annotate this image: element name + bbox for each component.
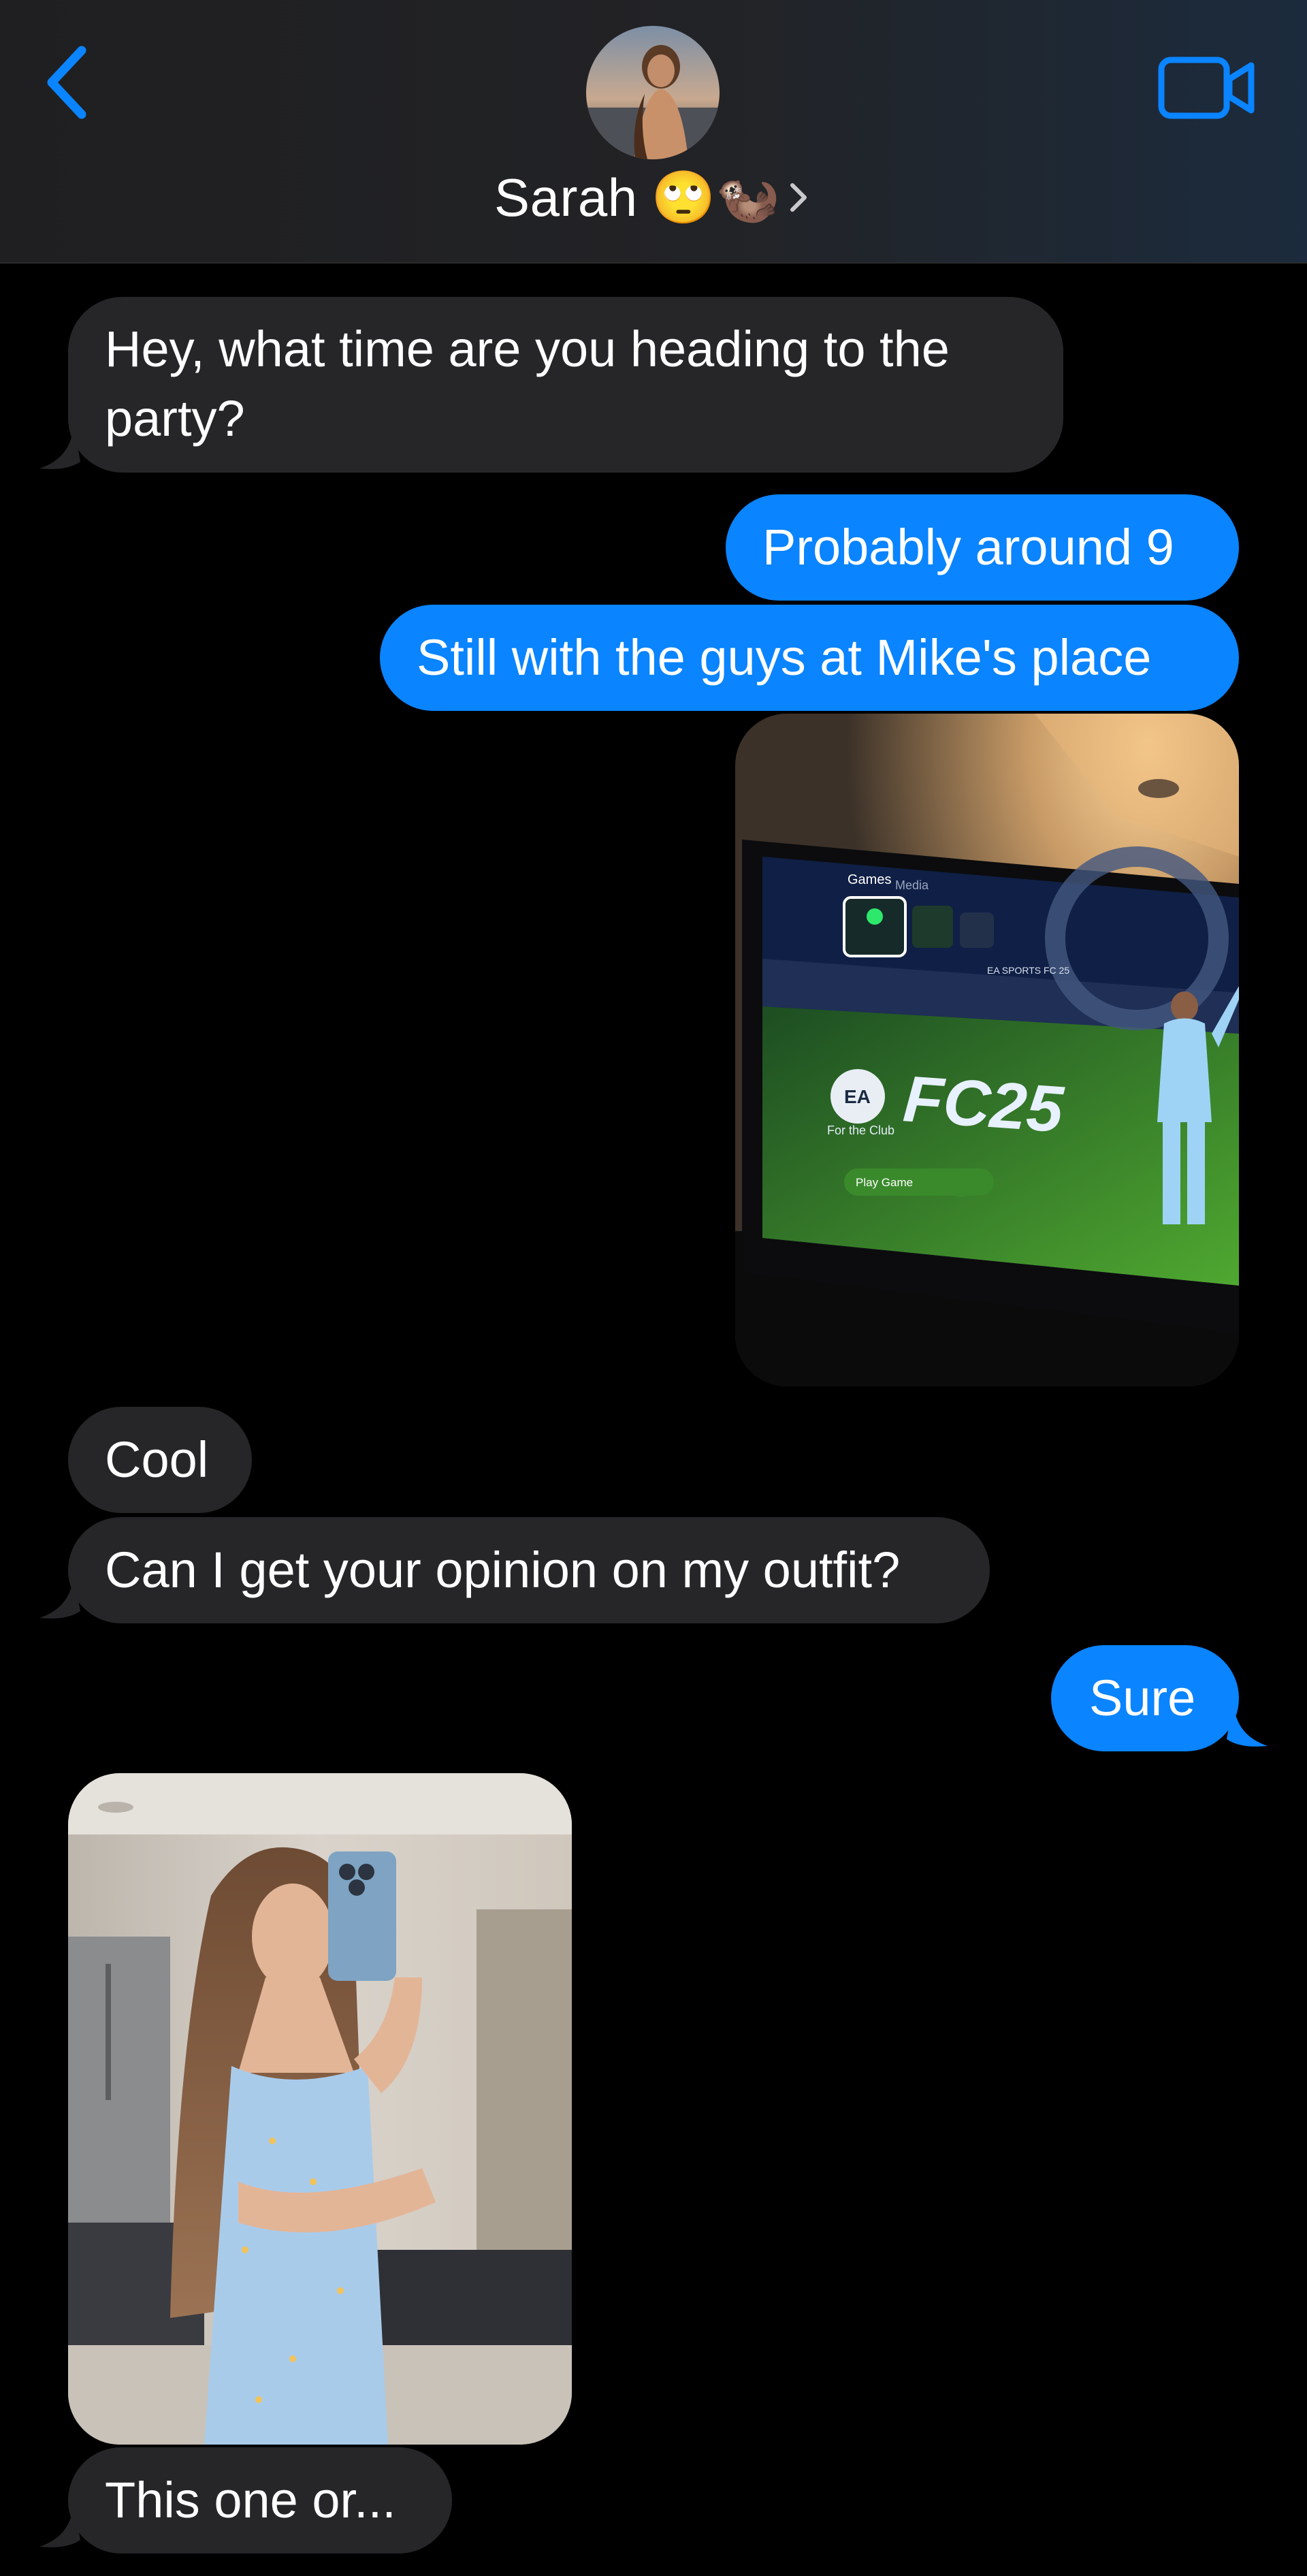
contact-name-row[interactable]: Sarah 🙄🦦 xyxy=(0,163,1307,232)
message-text: Sure xyxy=(1089,1670,1196,1726)
message-text: Cool xyxy=(105,1431,209,1488)
contact-avatar[interactable] xyxy=(586,26,720,159)
conversation-header: Sarah 🙄🦦 xyxy=(0,0,1307,264)
outgoing-message[interactable]: Probably around 9 xyxy=(726,494,1239,601)
tv-play-button: Play Game xyxy=(856,1176,913,1189)
tv-game-label: EA SPORTS FC 25 xyxy=(987,965,1069,976)
chevron-right-icon[interactable] xyxy=(786,177,813,218)
back-chevron-icon[interactable] xyxy=(42,45,97,120)
video-call-icon[interactable] xyxy=(1157,56,1257,120)
message-text: Probably around 9 xyxy=(762,519,1174,575)
incoming-message[interactable]: This one or... xyxy=(68,2447,452,2554)
tv-tab-media: Media xyxy=(895,878,929,892)
message-text: Still with the guys at Mike's place xyxy=(417,629,1152,686)
tv-brand: EA xyxy=(844,1086,871,1107)
message-text: Can I get your opinion on my outfit? xyxy=(105,1542,901,1598)
incoming-message[interactable]: Hey, what time are you heading to the pa… xyxy=(68,297,1063,473)
outgoing-photo-tv[interactable]: Games Media EA SPORTS FC 25 EA FC25 For … xyxy=(735,714,1239,1386)
incoming-message[interactable]: Cool xyxy=(68,1407,252,1513)
outgoing-message[interactable]: Sure xyxy=(1051,1645,1239,1751)
message-text: Hey, what time are you heading to the pa… xyxy=(105,321,950,447)
incoming-photo-outfit[interactable] xyxy=(68,1773,572,2445)
tv-game-title: FC25 xyxy=(901,1062,1067,1146)
incoming-message[interactable]: Can I get your opinion on my outfit? xyxy=(68,1517,990,1623)
message-text: This one or... xyxy=(105,2472,396,2528)
tv-tab-games: Games xyxy=(848,872,891,887)
outgoing-message[interactable]: Still with the guys at Mike's place xyxy=(380,605,1239,711)
contact-name[interactable]: Sarah xyxy=(494,167,638,229)
tv-subtitle: For the Club xyxy=(827,1124,894,1137)
contact-emoji: 🙄🦦 xyxy=(651,167,780,227)
